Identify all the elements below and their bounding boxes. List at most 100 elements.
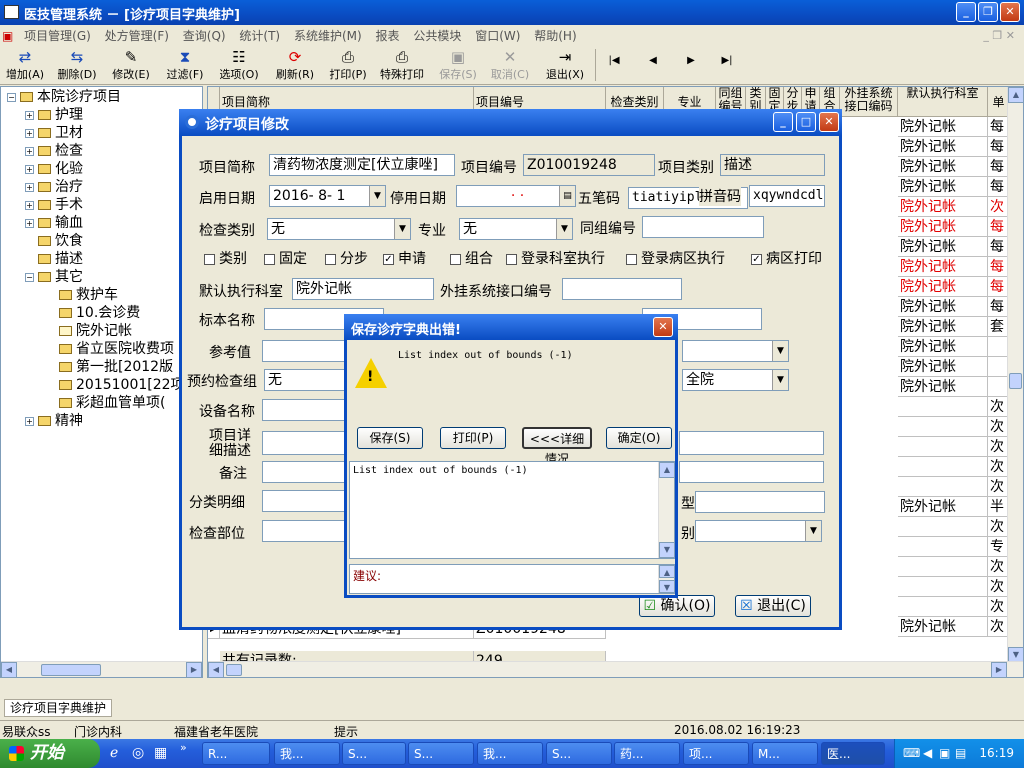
checkbox-checked-icon[interactable]: ✓ (383, 253, 394, 265)
check-ward-exec[interactable]: 登录病区执行 (626, 248, 725, 268)
cancel-button[interactable]: ✕ 取消(C) (488, 48, 532, 84)
tree-item-material[interactable]: + 卫材 (25, 124, 83, 142)
taskbar-item-active[interactable]: 医... (821, 742, 885, 765)
menu-item-project[interactable]: 项目管理(G) (19, 25, 96, 46)
expand-icon[interactable]: + (25, 110, 34, 120)
error-print-button[interactable]: 打印(P) (440, 427, 506, 449)
add-button[interactable]: ⇄ 增加(A) (3, 48, 47, 84)
cell-exec-dept[interactable]: 院外记帐 (898, 157, 988, 177)
scroll-thumb[interactable] (1009, 373, 1022, 389)
cell-exec-dept[interactable] (898, 577, 988, 597)
cell-exec-dept[interactable]: 院外记帐 (898, 217, 988, 237)
check-combo[interactable]: 组合 (450, 248, 493, 268)
grid-hscrollbar[interactable]: ◀ ▶ (208, 661, 1023, 677)
close-button[interactable]: ✕ (1000, 2, 1020, 22)
cell-exec-dept[interactable]: 院外记帐 (898, 377, 988, 397)
menu-item-help[interactable]: 帮助(H) (529, 25, 581, 46)
cell-exec-dept[interactable] (898, 597, 988, 617)
detail-field[interactable] (262, 431, 352, 455)
cell-exec-dept[interactable]: 院外记帐 (898, 257, 988, 277)
menu-item-window[interactable]: 窗口(W) (470, 25, 525, 46)
scroll-thumb[interactable] (41, 664, 101, 676)
tree-child[interactable]: 省立医院收费项 (59, 340, 174, 358)
tree-item-other[interactable]: − 其它 (25, 268, 83, 286)
scroll-down-icon[interactable]: ▼ (659, 542, 675, 558)
menu-item-prescription[interactable]: 处方管理(F) (100, 25, 174, 46)
collapse-icon[interactable]: − (7, 92, 16, 102)
taskbar-item[interactable]: S... (546, 742, 612, 765)
exit-button[interactable]: ⇥ 退出(X) (543, 48, 587, 84)
short-name-field[interactable]: 清药物浓度测定[伏立康唑] (269, 154, 455, 176)
chevron-down-icon[interactable]: ▼ (805, 521, 821, 541)
cell-exec-dept[interactable]: 院外记帐 (898, 617, 988, 637)
tree-root[interactable]: − 本院诊疗项目 (7, 88, 121, 106)
class-detail-field[interactable] (262, 490, 352, 512)
checkbox-checked-icon[interactable]: ✓ (751, 253, 762, 265)
taskbar-item[interactable]: 我... (477, 742, 543, 765)
check-category[interactable]: 类别 (204, 248, 247, 268)
chevron-down-icon[interactable]: ▼ (772, 341, 788, 361)
tree-item-exam[interactable]: + 检查 (25, 142, 83, 160)
mdi-window-controls[interactable]: _ ❐ ✕ (978, 27, 1020, 44)
start-button[interactable]: 开始 (0, 739, 100, 768)
specialty-select[interactable]: 无 ▼ (459, 218, 573, 240)
taskbar-item[interactable]: S... (342, 742, 406, 765)
check-dept-exec[interactable]: 登录科室执行 (506, 248, 605, 268)
expand-icon[interactable]: + (25, 218, 34, 228)
hospital-select[interactable]: 全院 ▼ (682, 369, 789, 391)
check-apply[interactable]: ✓ 申请 (383, 248, 426, 268)
minimize-button[interactable]: _ (956, 2, 976, 22)
project-tree[interactable]: − 本院诊疗项目 + 护理 + 卫材 + 检查 + 化验 + 治疗 + 手术 + 输血 饮食 描… (0, 86, 203, 678)
check-step[interactable]: 分步 (325, 248, 368, 268)
dialog-minimize-button[interactable]: _ (773, 112, 793, 132)
tree-child[interactable]: 10.会诊费 (59, 304, 140, 322)
cell-exec-dept[interactable]: 院外记帐 (898, 297, 988, 317)
expand-icon[interactable]: + (25, 146, 34, 156)
scroll-down-icon[interactable]: ▼ (659, 580, 675, 593)
start-date-field[interactable]: 2016- 8- 1 ▼ (269, 185, 386, 207)
error-detail-memo[interactable]: List index out of bounds (-1) ▲ ▼ (349, 461, 675, 559)
volume-icon[interactable]: ▤ (955, 739, 966, 768)
tree-child[interactable]: 救护车 (59, 286, 118, 304)
code-field[interactable]: Z010019248 (523, 154, 655, 176)
error-ok-button[interactable]: 确定(O) (606, 427, 672, 449)
chevron-down-icon[interactable]: ▼ (772, 370, 788, 390)
scroll-left-icon[interactable]: ◀ (1, 662, 17, 677)
tab-dictionary[interactable]: 诊疗项目字典维护 (4, 699, 112, 717)
expand-icon[interactable]: + (25, 128, 34, 138)
tree-item-transfusion[interactable]: + 输血 (25, 214, 83, 232)
scroll-up-icon[interactable]: ▲ (659, 462, 675, 478)
desktop-icon[interactable]: ▦ (154, 745, 167, 761)
checkbox-icon[interactable] (506, 253, 517, 265)
ie-icon[interactable]: ℯ (110, 745, 118, 761)
cell-exec-dept[interactable]: 院外记帐 (898, 117, 988, 137)
confirm-button[interactable]: ☑ 确认(O) (639, 595, 715, 617)
scroll-up-icon[interactable]: ▲ (659, 565, 675, 578)
scroll-thumb[interactable] (226, 664, 242, 676)
taskbar-item[interactable]: R... (202, 742, 270, 765)
browser-icon[interactable]: ◎ (132, 745, 144, 761)
checkbox-icon[interactable] (204, 253, 215, 265)
suggest-vscrollbar[interactable]: ▲ ▼ (658, 565, 675, 593)
chevron-down-icon[interactable]: ▼ (394, 219, 410, 239)
cell-exec-dept[interactable]: 院外记帐 (898, 277, 988, 297)
cell-exec-dept[interactable]: 院外记帐 (898, 317, 988, 337)
cell-exec-dept[interactable]: 院外记帐 (898, 237, 988, 257)
cell-exec-dept[interactable] (898, 517, 988, 537)
dialog-exit-button[interactable]: ☒ 退出(C) (735, 595, 811, 617)
print-button[interactable]: ⎙ 打印(P) (325, 48, 371, 84)
cell-exec-dept[interactable]: 院外记帐 (898, 497, 988, 517)
memo-vscrollbar[interactable]: ▲ ▼ (658, 462, 675, 558)
group-field[interactable] (642, 216, 764, 238)
tree-hscrollbar[interactable]: ◀ ▶ (1, 661, 202, 677)
device-field[interactable] (262, 399, 352, 421)
dialog-close-button[interactable]: ✕ (819, 112, 839, 132)
collapse-icon[interactable]: − (25, 272, 34, 282)
part-extra-select[interactable]: ▼ (695, 520, 822, 542)
scroll-up-icon[interactable]: ▲ (1008, 87, 1023, 103)
note-extra-field[interactable] (679, 461, 824, 483)
restore-button[interactable]: ❐ (978, 2, 998, 22)
cell-exec-dept[interactable] (898, 557, 988, 577)
error-save-button[interactable]: 保存(S) (357, 427, 423, 449)
check-ward-print[interactable]: ✓ 病区打印 (751, 248, 822, 268)
